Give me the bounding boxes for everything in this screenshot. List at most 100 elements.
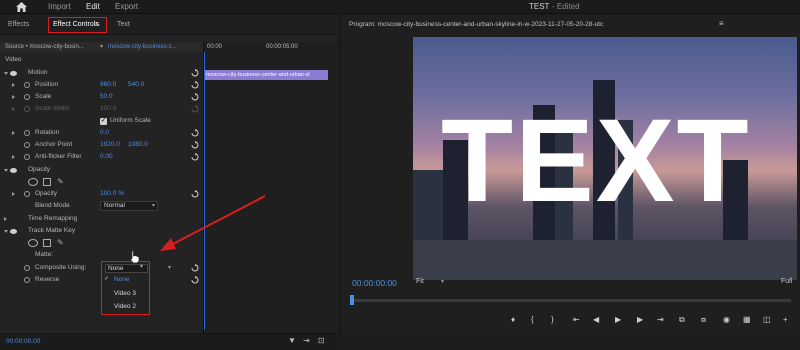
menu-export[interactable]: Export (115, 2, 138, 11)
expand-icon[interactable] (4, 169, 8, 172)
export-frame-icon[interactable]: ⇥ (303, 336, 310, 345)
reset-icon[interactable] (191, 276, 199, 284)
expand-icon[interactable] (12, 95, 15, 99)
expand-icon[interactable] (12, 192, 15, 196)
pen-mask-icon[interactable]: ✎ (57, 176, 64, 188)
play-icon[interactable]: ▶ (615, 315, 621, 324)
overwrite-icon[interactable]: ⧈ (701, 315, 706, 325)
reset-icon (191, 105, 199, 113)
timeline-clip[interactable]: moscow-city-business-center-and-urban-sl (204, 70, 328, 80)
expand-icon[interactable] (12, 131, 15, 135)
blend-mode-select[interactable]: Normal (100, 201, 158, 211)
scrub-knob[interactable] (350, 295, 354, 305)
fx-toggle-icon[interactable] (10, 229, 17, 234)
pen-mask-icon[interactable]: ✎ (57, 237, 64, 249)
reset-icon[interactable] (191, 153, 199, 161)
overlay-text: TEXT (441, 95, 751, 227)
marker-icon[interactable]: ♦ (511, 315, 515, 324)
stopwatch-icon[interactable] (24, 277, 30, 283)
matte-option-video-2[interactable]: Video 2 (114, 303, 136, 310)
effect-controls-footer: 00:00:00:00 ▼ ⇥ ⊡ (0, 333, 338, 350)
reset-icon[interactable] (191, 190, 199, 198)
expand-icon (12, 107, 15, 111)
chevron-down-icon[interactable]: ▾ (441, 278, 444, 285)
scale-value[interactable]: 50.0 (100, 91, 113, 103)
compare-icon[interactable]: ▦ (743, 315, 751, 324)
reset-icon[interactable] (191, 69, 199, 77)
chevron-down-icon[interactable]: ▾ (168, 262, 171, 274)
time-remapping-row[interactable]: Time Remapping (0, 213, 203, 225)
opacity-value[interactable]: 100.0 % (100, 188, 124, 200)
motion-row[interactable]: Motion (0, 67, 203, 79)
matte-option-video-3[interactable]: Video 3 (114, 290, 136, 297)
reset-icon[interactable] (191, 141, 199, 149)
menu-edit[interactable]: Edit (86, 2, 100, 11)
stopwatch-icon[interactable] (24, 154, 30, 160)
matte-dropdown[interactable]: None ▾ ✓ None Video 3 Video 2 (101, 261, 150, 315)
reset-icon[interactable] (191, 81, 199, 89)
insert-icon[interactable]: ⧉ (679, 315, 685, 325)
time-mid: 00:00:05:00 (266, 44, 298, 50)
mark-out-icon[interactable]: } (551, 315, 554, 324)
chevron-down-icon[interactable]: ▾ (140, 263, 143, 270)
chevron-down-icon[interactable]: ▾ (100, 43, 103, 50)
rectangle-mask-icon[interactable] (43, 239, 51, 247)
camera-icon[interactable]: ◉ (723, 315, 730, 324)
clip-dropdown[interactable]: moscow-city-business-c... (108, 44, 177, 50)
tab-effects[interactable]: Effects (8, 21, 29, 28)
ellipse-mask-icon[interactable] (28, 239, 38, 247)
scrub-bar[interactable] (350, 295, 791, 305)
step-back-icon[interactable]: ◀ (593, 315, 599, 324)
panel-menu-icon[interactable]: ≡ (719, 19, 724, 28)
reset-icon[interactable] (191, 93, 199, 101)
playhead[interactable] (204, 52, 205, 330)
filter-icon[interactable]: ▼ (288, 336, 296, 345)
tab-text[interactable]: Text (117, 21, 130, 28)
expand-icon[interactable] (4, 230, 8, 233)
stopwatch-icon[interactable] (24, 265, 30, 271)
reset-icon[interactable] (191, 264, 199, 272)
go-to-out-icon[interactable]: ⇥ (657, 315, 664, 324)
city-ground (413, 240, 797, 280)
program-timecode: 00:00:00:00 (352, 278, 397, 288)
fx-toggle-icon[interactable] (10, 168, 17, 173)
stopwatch-icon[interactable] (24, 94, 30, 100)
zoom-select[interactable]: Fit (416, 278, 424, 285)
menu-import[interactable]: Import (48, 2, 71, 11)
step-forward-icon[interactable]: ▶ (637, 315, 643, 324)
position-y-value[interactable]: 540.0 (128, 79, 144, 91)
matte-label: Matte: (35, 251, 54, 258)
stopwatch-icon[interactable] (24, 82, 30, 88)
go-to-in-icon[interactable]: ⇤ (573, 315, 580, 324)
ellipse-mask-icon[interactable] (28, 178, 38, 186)
opacity-section-row[interactable]: Opacity (0, 164, 203, 176)
reset-icon[interactable] (191, 129, 199, 137)
rotation-row: Rotation 0.0 (0, 127, 203, 139)
matte-option-none[interactable]: None (114, 276, 130, 283)
anti-flicker-value[interactable]: 0.00 (100, 151, 113, 163)
home-icon[interactable] (16, 2, 27, 12)
rotation-label: Rotation (35, 129, 60, 136)
resolution-select[interactable]: Full (781, 278, 792, 285)
rotation-value[interactable]: 0.0 (100, 127, 109, 139)
vr-icon[interactable]: ◫ (763, 315, 771, 324)
fx-toggle-icon[interactable] (10, 71, 17, 76)
opacity-label: Opacity (35, 190, 58, 197)
expand-icon[interactable] (12, 83, 15, 87)
track-matte-row[interactable]: Track Matte Key (0, 225, 203, 237)
position-x-value[interactable]: 960.0 (100, 79, 116, 91)
anchor-y-value[interactable]: 1080.0 (128, 139, 148, 151)
expand-icon[interactable] (12, 155, 15, 159)
add-button-icon[interactable]: + (783, 315, 788, 324)
expand-icon[interactable] (4, 217, 7, 221)
stopwatch-icon[interactable] (24, 130, 30, 136)
rectangle-mask-icon[interactable] (43, 178, 51, 186)
stopwatch-icon[interactable] (24, 142, 30, 148)
anchor-x-value[interactable]: 1920.0 (100, 139, 120, 151)
chevron-down-icon[interactable]: ▾ (152, 200, 155, 212)
settings-icon[interactable]: ⊡ (318, 336, 325, 345)
stopwatch-icon[interactable] (24, 191, 30, 197)
expand-icon[interactable] (4, 72, 8, 75)
scale-width-label: Scale Width (35, 105, 70, 112)
mark-in-icon[interactable]: { (531, 315, 534, 324)
